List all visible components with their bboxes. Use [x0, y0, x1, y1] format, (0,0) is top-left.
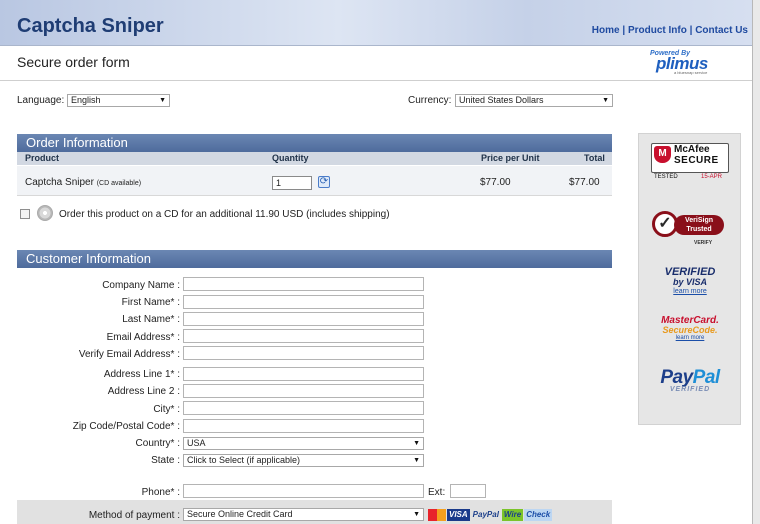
- mcafee-tested: TESTED: [654, 174, 678, 180]
- currency-select[interactable]: United States Dollars ▼: [455, 94, 613, 107]
- order-table-header: Product Quantity Price per Unit Total: [17, 152, 612, 165]
- verisign-label: VeriSign Trusted: [674, 215, 724, 235]
- subheader-divider: [0, 80, 752, 81]
- nav-home-link[interactable]: Home: [592, 25, 620, 36]
- language-select[interactable]: English ▼: [67, 94, 170, 107]
- paypal-verified-badge[interactable]: PayPal VERIFIED: [649, 367, 731, 397]
- mcafee-date: 15-APR: [701, 174, 723, 180]
- currency-value: United States Dollars: [459, 95, 544, 105]
- vbv-learn-more-link[interactable]: learn more: [655, 288, 725, 295]
- mcafee-line2: SECURE: [674, 155, 719, 166]
- column-price: Price per Unit: [481, 153, 540, 163]
- product-name-text: Captcha Sniper: [25, 177, 94, 188]
- email-field[interactable]: [183, 329, 424, 343]
- chevron-down-icon: ▼: [159, 97, 166, 104]
- address1-field[interactable]: [183, 367, 424, 381]
- site-title: Captcha Sniper: [17, 15, 164, 37]
- address2-field[interactable]: [183, 384, 424, 398]
- quantity-input[interactable]: 1: [272, 176, 312, 190]
- header-nav: Home | Product Info | Contact Us: [592, 25, 748, 36]
- nav-contact-link[interactable]: Contact Us: [695, 25, 748, 36]
- paypal-icon: PayPal: [472, 510, 499, 519]
- paypal-pal: Pal: [692, 367, 721, 388]
- address2-label: Address Line 2 :: [107, 386, 180, 397]
- language-label: Language:: [17, 95, 65, 106]
- mastercard-icon: [428, 509, 446, 521]
- page-title: Secure order form: [17, 54, 130, 70]
- country-value: USA: [187, 438, 206, 448]
- mcafee-shield-icon: M: [654, 146, 671, 163]
- check-icon: Check: [524, 509, 553, 521]
- unit-price: $77.00: [480, 177, 511, 188]
- first-name-field[interactable]: [183, 295, 424, 309]
- visa-icon: VISA: [447, 509, 470, 521]
- nav-product-info-link[interactable]: Product Info: [628, 25, 687, 36]
- mc-line2: SecureCode.: [662, 325, 718, 335]
- row-total: $77.00: [569, 177, 600, 188]
- mcafee-secure-badge[interactable]: M McAfee SECURE TESTED 15-APR: [651, 143, 729, 180]
- wire-icon: Wire: [501, 509, 524, 521]
- product-name: Captcha Sniper (CD available): [25, 177, 141, 188]
- company-label: Company Name :: [102, 280, 180, 291]
- verisign-verify: VERIFY: [694, 240, 713, 246]
- paypal-pay: Pay: [660, 367, 693, 388]
- company-field[interactable]: [183, 277, 424, 291]
- payment-value: Secure Online Credit Card: [187, 509, 293, 519]
- state-select[interactable]: Click to Select (if applicable) ▼: [183, 454, 424, 467]
- nav-separator: |: [622, 25, 626, 36]
- phone-label: Phone* :: [141, 487, 180, 498]
- order-section-header: Order Information: [17, 134, 612, 152]
- payment-label: Method of payment :: [88, 510, 180, 521]
- state-label: State :: [151, 455, 180, 466]
- header-divider: [0, 45, 752, 46]
- nav-separator: |: [689, 25, 693, 36]
- language-value: English: [71, 95, 101, 105]
- plimus-tagline: a bluesnap service: [674, 70, 708, 75]
- mcafee-line1: McAfee: [674, 144, 710, 155]
- verify-email-field[interactable]: [183, 346, 424, 360]
- ext-label: Ext:: [428, 487, 446, 498]
- column-quantity: Quantity: [272, 153, 309, 163]
- chevron-down-icon: ▼: [413, 440, 420, 447]
- country-label: Country* :: [135, 438, 180, 449]
- currency-label: Currency:: [408, 95, 452, 106]
- zip-label: Zip Code/Postal Code* :: [72, 421, 180, 432]
- cd-icon: [37, 205, 53, 221]
- phone-field[interactable]: [183, 484, 424, 498]
- last-name-label: Last Name* :: [122, 314, 180, 325]
- vbv-line2: by VISA: [672, 277, 707, 287]
- payment-methods: VISA PayPal Wire Check: [428, 509, 553, 521]
- plimus-logo: Powered By plimus a bluesnap service: [648, 50, 728, 75]
- city-label: City* :: [153, 404, 180, 415]
- address1-label: Address Line 1* :: [103, 369, 180, 380]
- verified-by-visa-badge[interactable]: VERIFIED by VISA learn more: [655, 266, 725, 302]
- first-name-label: First Name* :: [121, 297, 180, 308]
- last-name-field[interactable]: [183, 312, 424, 326]
- mastercard-securecode-badge[interactable]: MasterCard. SecureCode. learn more: [650, 315, 730, 351]
- chevron-down-icon: ▼: [413, 511, 420, 518]
- window-border: [752, 0, 760, 524]
- ext-field[interactable]: [450, 484, 486, 498]
- verify-email-label: Verify Email Address* :: [78, 349, 180, 360]
- mc-learn-more-link[interactable]: learn more: [650, 335, 730, 341]
- chevron-down-icon: ▼: [413, 457, 420, 464]
- chevron-down-icon: ▼: [602, 97, 609, 104]
- cd-option-label: Order this product on a CD for an additi…: [59, 209, 390, 220]
- country-select[interactable]: USA ▼: [183, 437, 424, 450]
- zip-field[interactable]: [183, 419, 424, 433]
- refresh-icon[interactable]: ⟳: [318, 176, 330, 188]
- column-product: Product: [25, 153, 60, 163]
- verisign-badge[interactable]: ✓ VeriSign Trusted VERIFY: [648, 205, 729, 249]
- city-field[interactable]: [183, 401, 424, 415]
- column-total: Total: [584, 153, 605, 163]
- state-value: Click to Select (if applicable): [187, 455, 301, 465]
- payment-select[interactable]: Secure Online Credit Card ▼: [183, 508, 424, 521]
- customer-section-header: Customer Information: [17, 250, 612, 268]
- email-label: Email Address* :: [106, 332, 180, 343]
- product-note: (CD available): [96, 180, 142, 187]
- cd-checkbox[interactable]: [20, 209, 30, 219]
